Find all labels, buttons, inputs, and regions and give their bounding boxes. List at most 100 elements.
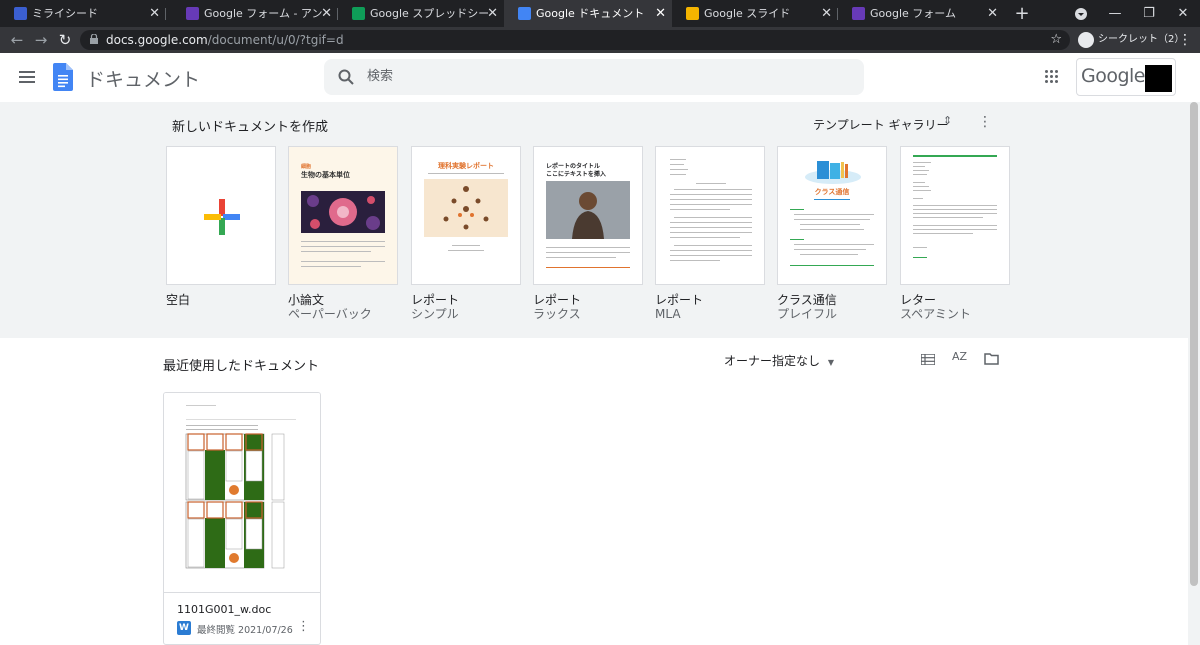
template-report-mla[interactable]: レポート MLA <box>655 146 765 321</box>
google-sheets-favicon-icon <box>352 7 365 20</box>
template-newsletter-playful[interactable]: クラス通信 クラス通信 プレイフル <box>777 146 887 321</box>
close-window-button[interactable]: ✕ <box>1168 0 1198 27</box>
template-essay-paperback[interactable]: 細胞 生物の基本単位 小論文 ペーパーバック <box>288 146 398 321</box>
browser-toolbar: ← → ↻ docs.google.com/document/u/0/?tgif… <box>0 27 1200 53</box>
browser-menu-icon[interactable]: ⋮ <box>1178 27 1192 53</box>
close-tab-icon[interactable]: ✕ <box>149 0 160 27</box>
google-forms-favicon-icon <box>852 7 865 20</box>
tab-title: Google フォーム - アンケートを作成 <box>204 7 322 20</box>
cell-illustration <box>301 191 385 233</box>
main-menu-icon[interactable] <box>19 71 35 83</box>
books-illustration <box>805 161 861 184</box>
google-docs-favicon-icon <box>518 7 531 20</box>
new-tab-button[interactable]: + <box>1012 0 1032 27</box>
new-document-templates: 新しいドキュメントを作成 テンプレート ギャラリー ⇕ ⋮ 空白 細胞 生物の基… <box>0 102 1188 338</box>
search-placeholder: 検索 <box>367 69 394 84</box>
close-tab-icon[interactable]: ✕ <box>987 0 998 27</box>
google-slides-favicon-icon <box>686 7 699 20</box>
docs-app-bar: ドキュメント 検索 Google <box>0 53 1200 102</box>
template-thumbnail: クラス通信 <box>777 146 887 285</box>
template-name: 小論文 <box>288 293 325 307</box>
address-bar[interactable]: docs.google.com/document/u/0/?tgif=d ☆ <box>80 30 1070 50</box>
recent-document-card[interactable]: 1101G001_w.doc W 最終閲覧 2021/07/26 ⋮ <box>163 392 321 645</box>
restore-window-button[interactable]: ❐ <box>1134 0 1164 27</box>
document-options-icon[interactable]: ⋮ <box>297 619 310 634</box>
incognito-indicator[interactable]: シークレット（2） <box>1076 30 1184 50</box>
template-name: レポート <box>655 293 704 307</box>
template-thumbnail <box>655 146 765 285</box>
template-thumbnail: 細胞 生物の基本単位 <box>288 146 398 285</box>
close-tab-icon[interactable]: ✕ <box>487 0 498 27</box>
close-tab-icon[interactable]: ✕ <box>321 0 332 27</box>
back-button[interactable]: ← <box>6 27 28 53</box>
document-preview <box>164 393 320 593</box>
browser-tab[interactable]: Google スライド ✕ <box>672 0 838 27</box>
lock-icon <box>90 34 98 44</box>
browser-tab[interactable]: ミライシード ✕ <box>0 0 166 27</box>
thumb-title: 理科実験レポート <box>438 162 494 170</box>
google-docs-logo-icon <box>53 63 73 91</box>
incognito-icon <box>1078 32 1094 48</box>
template-blank[interactable]: 空白 <box>166 146 276 307</box>
template-style: シンプル <box>411 307 459 321</box>
browser-tab[interactable]: Google フォーム ✕ <box>838 0 1004 27</box>
template-name: 空白 <box>166 293 191 307</box>
browser-tab-active[interactable]: Google ドキュメント ✕ <box>504 0 672 27</box>
template-options-icon[interactable]: ⋮ <box>978 114 992 130</box>
template-report-luxe[interactable]: レポートのタイトル ここにテキストを挿入 レポート ラックス <box>533 146 643 321</box>
owner-filter-label: オーナー指定なし <box>724 354 821 368</box>
plus-icon <box>204 199 240 235</box>
template-thumbnail: レポートのタイトル ここにテキストを挿入 <box>533 146 643 285</box>
template-report-simple[interactable]: 理科実験レポート レポート シンプル <box>411 146 521 321</box>
unfold-more-icon: ⇕ <box>943 114 953 127</box>
account-button[interactable]: Google <box>1076 58 1176 96</box>
template-style: ペーパーバック <box>288 307 372 321</box>
tab-separator <box>165 8 166 20</box>
tab-title: Google スプレッドシート <box>370 7 488 20</box>
last-opened-date: 最終閲覧 2021/07/26 <box>197 625 293 636</box>
search-icon <box>338 69 354 85</box>
sort-options-icon[interactable]: AZ <box>952 350 967 363</box>
recent-documents-title: 最近使用したドキュメント <box>163 359 320 374</box>
template-gallery-toggle[interactable]: テンプレート ギャラリー ⇕ <box>813 114 952 133</box>
mirai-seed-favicon-icon <box>14 7 27 20</box>
reload-button[interactable]: ↻ <box>54 27 76 53</box>
forward-button[interactable]: → <box>30 27 52 53</box>
thumb-title: クラス通信 <box>814 188 850 196</box>
browser-tab-bar: ミライシード ✕ Google フォーム - アンケートを作成 ✕ Google… <box>0 0 1200 27</box>
thumb-subtitle: ここにテキストを挿入 <box>546 171 606 178</box>
page-scrollbar[interactable] <box>1188 102 1200 645</box>
bookmark-star-icon[interactable]: ☆ <box>1050 30 1062 50</box>
owner-filter-dropdown[interactable]: オーナー指定なし ▼ <box>724 352 834 369</box>
template-thumbnail: 理科実験レポート <box>411 146 521 285</box>
photo-illustration <box>546 181 630 239</box>
incognito-label: シークレット（2） <box>1098 34 1185 45</box>
tab-search-icon[interactable] <box>1066 0 1096 30</box>
document-file-name: 1101G001_w.doc <box>177 603 272 616</box>
folder-picker-icon[interactable] <box>984 353 999 365</box>
list-view-icon[interactable] <box>921 354 935 365</box>
tab-title: Google フォーム <box>870 7 956 20</box>
google-apps-icon[interactable] <box>1045 70 1059 84</box>
scrollbar-thumb[interactable] <box>1190 102 1198 586</box>
google-forms-favicon-icon <box>186 7 199 20</box>
template-style: MLA <box>655 307 681 321</box>
template-name: レター <box>900 293 937 307</box>
template-gallery-label: テンプレート ギャラリー <box>813 118 949 132</box>
close-tab-icon[interactable]: ✕ <box>821 0 832 27</box>
word-file-icon: W <box>177 621 191 635</box>
thumb-title: 細胞 <box>301 164 312 170</box>
star-illustration <box>424 179 508 237</box>
browser-tab[interactable]: Google スプレッドシート ✕ <box>338 0 504 27</box>
tab-title: Google スライド <box>704 7 791 20</box>
tab-title: ミライシード <box>32 7 98 20</box>
template-style: ラックス <box>533 307 581 321</box>
template-thumbnail <box>900 146 1010 285</box>
app-name: ドキュメント <box>86 69 201 91</box>
close-tab-icon[interactable]: ✕ <box>655 0 666 27</box>
template-name: クラス通信 <box>777 293 837 307</box>
search-box[interactable]: 検索 <box>324 59 864 95</box>
minimize-window-button[interactable]: — <box>1100 0 1130 27</box>
template-letter-spearmint[interactable]: レター スペアミント <box>900 146 1010 321</box>
browser-tab[interactable]: Google フォーム - アンケートを作成 ✕ <box>172 0 338 27</box>
